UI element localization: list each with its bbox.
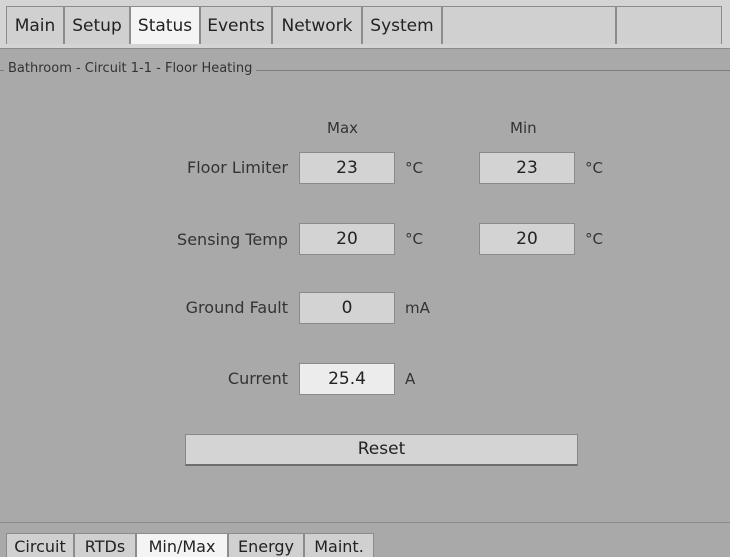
tab-min-max[interactable]: Min/Max (136, 533, 228, 557)
floor-limiter-min-unit: °C (585, 159, 603, 177)
sensing-temp-min-field[interactable]: 20 (479, 223, 575, 255)
tab-events[interactable]: Events (200, 6, 272, 44)
ground-fault-label: Ground Fault (185, 298, 288, 317)
tab-system[interactable]: System (362, 6, 442, 44)
current-unit: A (405, 370, 416, 388)
tab-energy[interactable]: Energy (228, 533, 304, 557)
group-title: Bathroom - Circuit 1-1 - Floor Heating (4, 61, 257, 76)
ground-fault-field[interactable]: 0 (299, 292, 395, 324)
tab-maint[interactable]: Maint. (304, 533, 374, 557)
tab-status[interactable]: Status (130, 6, 200, 44)
sensing-temp-label: Sensing Temp (177, 230, 288, 249)
floor-limiter-max-unit: °C (405, 159, 423, 177)
current-label: Current (227, 369, 288, 388)
tab-empty-slot (616, 6, 722, 44)
tab-network[interactable]: Network (272, 6, 362, 44)
ground-fault-unit: mA (405, 299, 430, 317)
column-header-min: Min (510, 119, 537, 137)
column-header-max: Max (327, 119, 359, 137)
current-field[interactable]: 25.4 (299, 363, 395, 395)
sensing-temp-max-field[interactable]: 20 (299, 223, 395, 255)
tab-setup[interactable]: Setup (64, 6, 130, 44)
floor-limiter-min-field[interactable]: 23 (479, 152, 575, 184)
tab-empty-slot (442, 6, 616, 44)
reset-button[interactable]: Reset (185, 434, 578, 466)
sensing-temp-min-unit: °C (585, 230, 603, 248)
floor-limiter-label: Floor Limiter (187, 158, 288, 177)
bottom-tab-bar: Circuit RTDs Min/Max Energy Maint. (0, 522, 730, 557)
tab-main[interactable]: Main (6, 6, 64, 44)
floor-limiter-max-field[interactable]: 23 (299, 152, 395, 184)
tab-rtds[interactable]: RTDs (74, 533, 136, 557)
tab-circuit[interactable]: Circuit (6, 533, 74, 557)
top-tab-bar: Main Setup Status Events Network System (0, 0, 730, 49)
sensing-temp-max-unit: °C (405, 230, 423, 248)
